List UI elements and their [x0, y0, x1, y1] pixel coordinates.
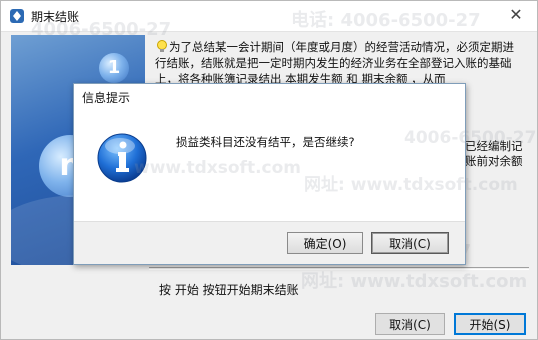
intro-text-continued: 已经编制记 账前对余额 — [465, 139, 523, 169]
side-line-1: 已经编制记 — [465, 139, 523, 153]
close-icon[interactable]: ✕ — [507, 6, 525, 24]
ok-button[interactable]: 确定(O) — [287, 232, 363, 254]
dialog-body: 损益类科目还没有结平，是否继续? 4006-6500-27 www.tdxsof… — [74, 108, 536, 221]
banner-ball-1: 1 — [99, 53, 129, 83]
dialog-title-bar: 信息提示 — [74, 84, 465, 108]
window-title: 期末结账 — [31, 10, 80, 24]
title-bar: 期末结账 ✕ — [1, 1, 537, 32]
separator — [149, 267, 529, 270]
info-dialog: 信息提示 损益类科目还没有结平，是否继续? 4006-6500-27 www.t… — [73, 83, 536, 265]
dialog-title: 信息提示 — [82, 91, 131, 105]
dialog-message: 损益类科目还没有结平，是否继续? — [176, 135, 355, 149]
instruction-text: 按 开始 按钮开始期末结账 — [159, 283, 299, 297]
watermark-site-url: www.tdxsoft.com — [350, 271, 528, 292]
start-button[interactable]: 开始(S) — [454, 313, 526, 335]
side-line-2: 账前对余额 — [465, 154, 523, 168]
app-icon — [10, 9, 24, 23]
dialog-cancel-button[interactable]: 取消(C) — [371, 232, 449, 254]
dialog-watermark-site: www.tdxsoft.com — [134, 158, 301, 178]
dialog-watermark-site-url: www.tdxsoft.com — [134, 158, 301, 178]
cancel-button[interactable]: 取消(C) — [375, 313, 445, 335]
info-icon — [97, 133, 147, 183]
watermark-site-label: 网址: — [301, 271, 345, 292]
dialog-watermark-site-label: 网址: — [304, 175, 345, 195]
dialog-footer: 确定(O) 取消(C) — [74, 221, 465, 264]
watermark-site: 网址: www.tdxsoft.com — [301, 267, 527, 293]
intro-text: 为了总结某一会计期间（年度或月度）的经营活动情况，必须定期进行结账，结账就是把一… — [155, 40, 514, 86]
